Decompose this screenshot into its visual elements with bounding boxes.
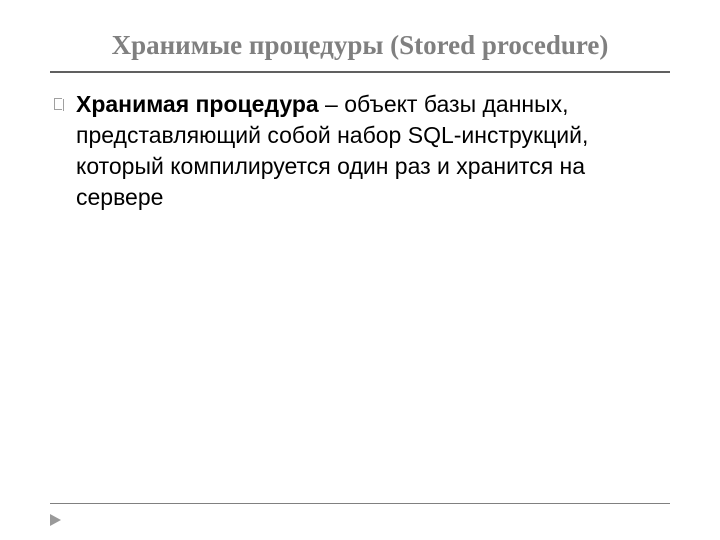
slide-content: Хранимая процедура – объект базы данных,…: [50, 89, 670, 213]
footer-divider: [50, 503, 670, 504]
footer-arrow-icon: [50, 514, 61, 526]
bullet-text: Хранимая процедура – объект базы данных,…: [76, 89, 670, 213]
bullet-marker-icon: [54, 99, 64, 111]
slide-container: Хранимые процедуры (Stored procedure) Хр…: [0, 0, 720, 540]
bullet-item: Хранимая процедура – объект базы данных,…: [54, 89, 670, 213]
slide-title: Хранимые процедуры (Stored procedure): [50, 30, 670, 73]
bullet-bold: Хранимая процедура: [76, 91, 319, 117]
